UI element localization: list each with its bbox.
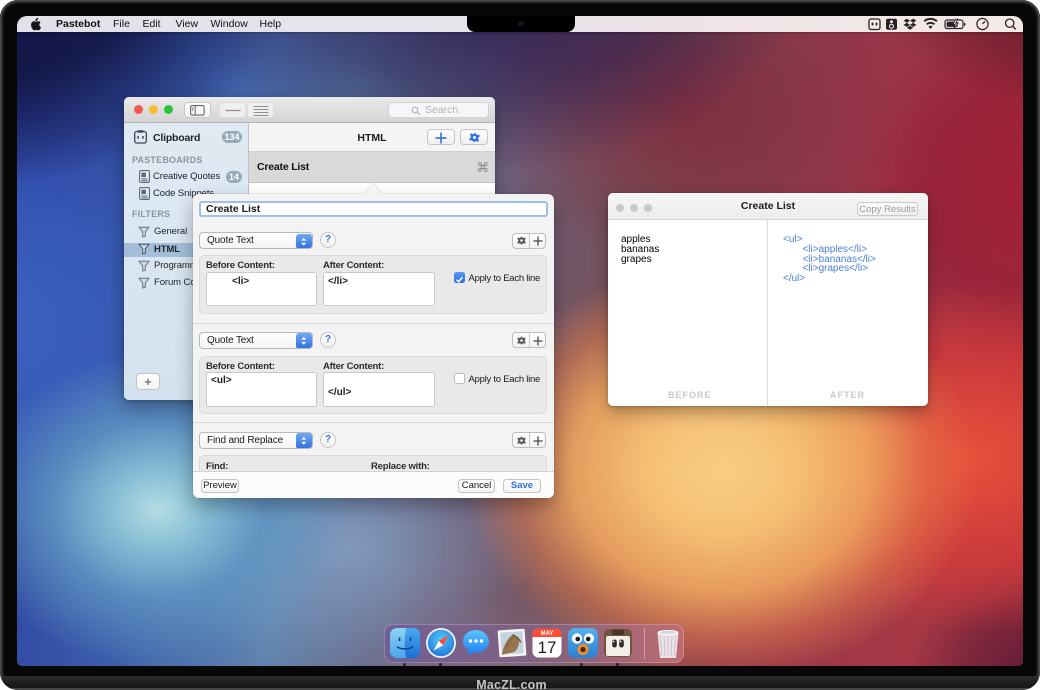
svg-text:17: 17	[538, 638, 557, 657]
svg-text:MAY: MAY	[541, 631, 554, 637]
